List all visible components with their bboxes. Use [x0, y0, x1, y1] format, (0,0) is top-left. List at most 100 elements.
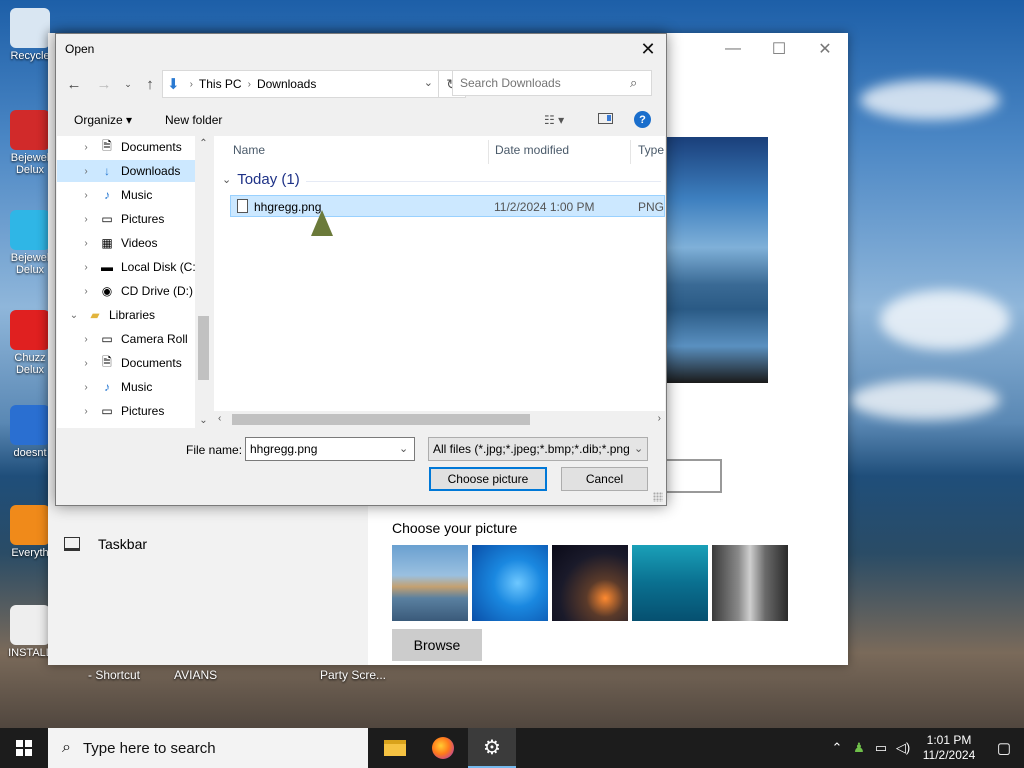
picture-thumbnail[interactable]: [392, 545, 468, 621]
tree-item[interactable]: › ♪ Music: [57, 376, 212, 398]
document-icon: 🗎: [102, 138, 112, 153]
scrollbar-thumb[interactable]: [232, 414, 530, 425]
chevron-right-icon[interactable]: ›: [81, 406, 91, 417]
scroll-up-icon[interactable]: ⌃: [195, 138, 212, 149]
scroll-down-icon[interactable]: ⌄: [195, 415, 212, 426]
column-header-date[interactable]: Date modified: [495, 140, 569, 160]
desktop-label[interactable]: Party Scre...: [320, 668, 386, 682]
choose-picture-button[interactable]: Choose picture: [429, 467, 547, 491]
preview-pane-icon[interactable]: [598, 113, 613, 124]
clock[interactable]: 1:01 PM 11/2/2024: [914, 733, 984, 763]
chevron-right-icon[interactable]: ›: [81, 214, 91, 225]
desktop-label[interactable]: AVIANS: [174, 668, 217, 682]
chevron-down-icon[interactable]: ⌄: [424, 76, 433, 89]
tree-item[interactable]: › ▦ Videos: [57, 232, 212, 254]
tree-item[interactable]: › ▭ Pictures: [57, 400, 212, 422]
recent-locations-icon[interactable]: ⌄: [118, 74, 138, 94]
address-bar[interactable]: ⬇ › This PC › Downloads ⌄: [162, 70, 440, 98]
image-file-icon: [237, 199, 248, 213]
tree-item-label: Pictures: [121, 404, 165, 418]
file-type-select[interactable]: All files (*.jpg;*.jpeg;*.bmp;*.dib;*.pn…: [428, 437, 648, 461]
libraries-icon: ▰: [90, 308, 100, 322]
taskbar-search[interactable]: ⌕ Type here to search: [48, 728, 368, 768]
search-input[interactable]: [452, 70, 652, 96]
navigation-pane: › 🗎 Documents › ↓ Downloads › ♪ Music › ▭ Pictures ›…: [57, 136, 212, 428]
breadcrumb-separator: ›: [247, 78, 251, 90]
column-header-name[interactable]: Name: [233, 140, 265, 160]
navigation-scrollbar[interactable]: ⌃ ⌄: [195, 136, 212, 428]
chevron-right-icon[interactable]: ›: [81, 334, 91, 345]
tree-item-label: Pictures: [121, 212, 165, 226]
cancel-button[interactable]: Cancel: [561, 467, 648, 491]
group-label: Today (1): [237, 171, 300, 188]
pictures-icon: ▭: [101, 404, 113, 418]
chevron-right-icon[interactable]: ›: [81, 382, 91, 393]
maximize-icon[interactable]: ☐: [756, 33, 802, 65]
chevron-right-icon[interactable]: ›: [81, 190, 91, 201]
file-explorer-button[interactable]: [371, 728, 419, 768]
chevron-right-icon[interactable]: ›: [81, 142, 91, 153]
chevron-down-icon[interactable]: ⌄: [634, 442, 643, 455]
volume-icon[interactable]: ◁): [892, 740, 914, 756]
notification-icon[interactable]: ▢: [984, 739, 1024, 757]
group-header[interactable]: ⌄ Today (1): [222, 171, 300, 188]
tree-item[interactable]: › 🗎 Documents: [57, 352, 212, 374]
up-arrow-icon[interactable]: ↑: [140, 74, 160, 94]
start-button[interactable]: [0, 728, 48, 768]
close-icon[interactable]: ✕: [802, 33, 848, 65]
tree-item[interactable]: › ▭ Pictures: [57, 208, 212, 230]
tree-item[interactable]: › 🗎 Documents: [57, 136, 212, 158]
column-divider[interactable]: [630, 140, 631, 164]
column-header-type[interactable]: Type: [638, 140, 664, 160]
file-name-label: File name:: [186, 443, 243, 457]
scrollbar-thumb[interactable]: [198, 316, 209, 380]
back-arrow-icon[interactable]: ←: [64, 74, 84, 94]
firefox-button[interactable]: [419, 728, 467, 768]
file-row[interactable]: hhgregg.png 11/2/2024 1:00 PM PNG: [230, 195, 665, 217]
chevron-right-icon[interactable]: ›: [81, 262, 91, 273]
view-options-icon[interactable]: ☷ ▾: [544, 113, 564, 127]
chevron-right-icon[interactable]: ›: [81, 238, 91, 249]
organize-button[interactable]: Organize ▾: [74, 113, 132, 127]
minimize-icon[interactable]: —: [710, 33, 756, 65]
picture-thumbnail[interactable]: [632, 545, 708, 621]
file-name-input[interactable]: [245, 437, 415, 461]
drag-cursor-icon: [311, 210, 333, 236]
settings-nav-taskbar[interactable]: Taskbar: [64, 536, 147, 552]
downloads-icon: ⬇: [167, 76, 180, 93]
tree-item[interactable]: › ▭ Camera Roll: [57, 328, 212, 350]
close-icon[interactable]: ✕: [636, 37, 660, 61]
camera-roll-icon: ▭: [101, 332, 113, 346]
horizontal-scrollbar[interactable]: ‹ ›: [214, 411, 665, 428]
tree-item[interactable]: ⌄ ▰ Libraries: [57, 304, 207, 326]
help-icon[interactable]: ?: [634, 111, 651, 128]
browse-button[interactable]: Browse: [392, 629, 482, 661]
desktop-label[interactable]: - Shortcut: [88, 668, 140, 682]
network-icon[interactable]: ▭: [870, 740, 892, 756]
tree-item[interactable]: › ▬ Local Disk (C:): [57, 256, 212, 278]
forward-arrow-icon[interactable]: →: [94, 74, 114, 94]
chevron-down-icon[interactable]: ⌄: [399, 442, 408, 455]
new-folder-button[interactable]: New folder: [165, 113, 222, 127]
breadcrumb-item[interactable]: Downloads: [257, 77, 316, 91]
tree-item[interactable]: › ♪ Music: [57, 184, 212, 206]
chevron-right-icon[interactable]: ›: [81, 166, 91, 177]
fit-dropdown[interactable]: [664, 459, 722, 493]
chevron-right-icon[interactable]: ›: [81, 358, 91, 369]
chevron-right-icon[interactable]: ›: [81, 286, 91, 297]
picture-thumbnail[interactable]: [472, 545, 548, 621]
resize-grip[interactable]: [653, 492, 663, 502]
tree-item[interactable]: › ↓ Downloads: [57, 160, 212, 182]
people-icon[interactable]: ♟: [848, 740, 870, 756]
scroll-right-icon[interactable]: ›: [658, 413, 661, 424]
tree-item[interactable]: › ◉ CD Drive (D:): [57, 280, 212, 302]
picture-thumbnail[interactable]: [552, 545, 628, 621]
picture-thumbnail[interactable]: [712, 545, 788, 621]
column-divider[interactable]: [488, 140, 489, 164]
breadcrumb-item[interactable]: This PC: [199, 77, 242, 91]
settings-button[interactable]: ⚙: [468, 728, 516, 768]
scroll-left-icon[interactable]: ‹: [218, 413, 221, 424]
chevron-down-icon[interactable]: ⌄: [69, 310, 79, 321]
chevron-up-icon[interactable]: ⌃: [826, 740, 848, 756]
tree-item-label: Local Disk (C:): [121, 260, 200, 274]
